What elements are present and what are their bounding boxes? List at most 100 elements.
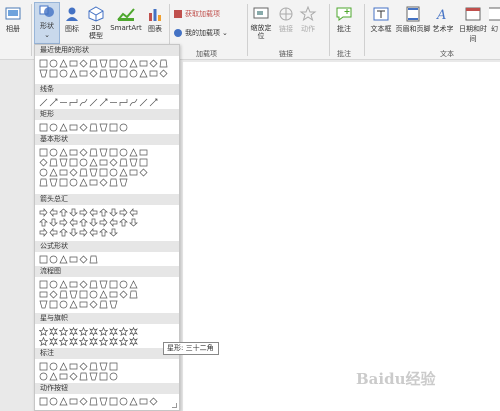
shape-thumbnail-icon[interactable] [89,178,98,187]
shape-thumbnail-icon[interactable] [69,168,78,177]
shape-thumbnail-icon[interactable] [69,217,78,227]
shape-thumbnail-icon[interactable] [89,227,98,237]
shape-thumbnail-icon[interactable] [79,397,88,406]
shape-thumbnail-icon[interactable] [109,59,118,68]
shape-thumbnail-icon[interactable] [49,167,58,177]
shape-thumbnail-icon[interactable] [109,326,118,336]
shape-thumbnail-icon[interactable] [79,158,88,167]
shape-thumbnail-icon[interactable] [59,336,68,346]
shape-thumbnail-icon[interactable] [99,217,108,227]
shape-thumbnail-icon[interactable] [129,98,138,107]
shape-thumbnail-icon[interactable] [49,59,58,68]
shape-thumbnail-icon[interactable] [119,207,128,217]
shape-thumbnail-icon[interactable] [59,178,68,187]
shape-thumbnail-icon[interactable] [49,397,58,406]
shape-thumbnail-icon[interactable] [89,326,98,336]
shape-thumbnail-icon[interactable] [119,123,128,132]
album-button[interactable]: 相册 [3,6,23,34]
shape-thumbnail-icon[interactable] [89,218,98,227]
shape-thumbnail-icon[interactable] [139,98,148,107]
shape-thumbnail-icon[interactable] [129,326,138,336]
shape-thumbnail-icon[interactable] [79,300,88,309]
shape-thumbnail-icon[interactable] [109,178,118,187]
shape-thumbnail-icon[interactable] [119,158,128,167]
shape-thumbnail-icon[interactable] [119,397,128,406]
shape-thumbnail-icon[interactable] [109,280,118,289]
shape-thumbnail-icon[interactable] [59,147,68,157]
shape-thumbnail-icon[interactable] [139,148,148,157]
shape-thumbnail-icon[interactable] [99,59,108,68]
shape-thumbnail-icon[interactable] [39,227,48,237]
shape-thumbnail-icon[interactable] [59,208,68,217]
shape-thumbnail-icon[interactable] [69,123,78,132]
link-button[interactable]: 链接 [277,6,295,34]
shape-thumbnail-icon[interactable] [129,279,138,289]
shape-thumbnail-icon[interactable] [109,123,118,132]
shape-thumbnail-icon[interactable] [59,122,68,132]
shape-thumbnail-icon[interactable] [139,168,148,177]
shape-thumbnail-icon[interactable] [109,397,118,406]
shape-thumbnail-icon[interactable] [69,299,78,309]
shape-thumbnail-icon[interactable] [49,300,58,309]
shape-thumbnail-icon[interactable] [149,397,158,406]
shape-thumbnail-icon[interactable] [129,58,138,68]
shape-thumbnail-icon[interactable] [99,123,108,132]
shape-thumbnail-icon[interactable] [109,168,118,177]
shape-thumbnail-icon[interactable] [149,98,158,107]
shape-thumbnail-icon[interactable] [69,362,78,371]
shape-thumbnail-icon[interactable] [129,168,138,177]
shape-thumbnail-icon[interactable] [39,59,48,68]
icons-button[interactable]: 图标 [63,6,81,34]
shape-thumbnail-icon[interactable] [49,362,58,371]
datetime-button[interactable]: 日期和时间 [457,6,489,44]
shape-thumbnail-icon[interactable] [59,326,68,336]
shape-thumbnail-icon[interactable] [99,362,108,371]
shape-thumbnail-icon[interactable] [59,58,68,68]
shape-thumbnail-icon[interactable] [89,336,98,346]
shape-thumbnail-icon[interactable] [89,280,98,289]
shape-thumbnail-icon[interactable] [49,227,58,237]
shape-thumbnail-icon[interactable] [49,98,58,107]
shape-thumbnail-icon[interactable] [119,59,128,68]
shape-thumbnail-icon[interactable] [89,255,98,264]
shape-thumbnail-icon[interactable] [129,290,138,299]
shape-thumbnail-icon[interactable] [89,69,98,78]
shape-thumbnail-icon[interactable] [109,228,118,237]
shape-thumbnail-icon[interactable] [149,69,158,78]
wordart-button[interactable]: A 艺术字 [431,6,455,34]
shape-thumbnail-icon[interactable] [159,59,168,68]
shape-thumbnail-icon[interactable] [39,336,48,346]
shape-thumbnail-icon[interactable] [69,280,78,289]
shape-thumbnail-icon[interactable] [119,148,128,157]
shape-thumbnail-icon[interactable] [69,228,78,237]
shape-thumbnail-icon[interactable] [39,123,48,132]
shape-thumbnail-icon[interactable] [79,280,88,289]
shape-thumbnail-icon[interactable] [69,208,78,217]
shape-thumbnail-icon[interactable] [49,280,58,289]
shape-thumbnail-icon[interactable] [99,289,108,299]
shape-thumbnail-icon[interactable] [59,361,68,371]
shape-thumbnail-icon[interactable] [79,255,88,264]
shape-thumbnail-icon[interactable] [69,397,78,406]
shape-thumbnail-icon[interactable] [89,300,98,309]
shape-thumbnail-icon[interactable] [39,280,48,289]
shape-thumbnail-icon[interactable] [49,123,58,132]
shape-thumbnail-icon[interactable] [89,148,98,157]
shape-thumbnail-icon[interactable] [109,300,118,309]
action-button[interactable]: 动作 [299,6,317,34]
shape-thumbnail-icon[interactable] [39,397,48,406]
shape-thumbnail-icon[interactable] [39,168,48,177]
shape-thumbnail-icon[interactable] [139,68,148,78]
shape-thumbnail-icon[interactable] [39,290,48,299]
shape-thumbnail-icon[interactable] [39,98,48,107]
shape-thumbnail-icon[interactable] [79,168,88,177]
shape-thumbnail-icon[interactable] [99,98,108,107]
shape-thumbnail-icon[interactable] [109,69,118,78]
shape-thumbnail-icon[interactable] [109,148,118,157]
shape-thumbnail-icon[interactable] [39,178,48,187]
shape-thumbnail-icon[interactable] [79,59,88,68]
shape-thumbnail-icon[interactable] [119,98,128,107]
shape-thumbnail-icon[interactable] [99,208,108,217]
shape-thumbnail-icon[interactable] [69,372,78,381]
shape-thumbnail-icon[interactable] [139,397,148,406]
